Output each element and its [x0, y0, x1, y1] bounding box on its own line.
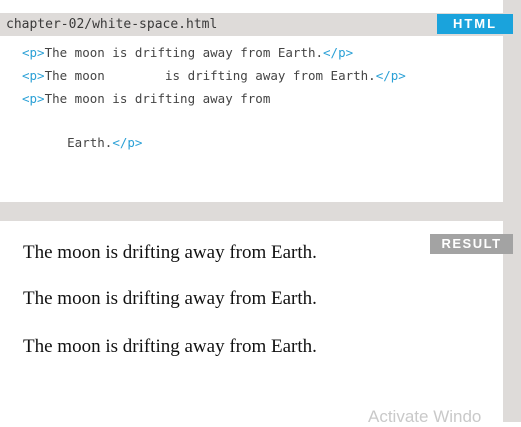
code-text: Earth.	[22, 135, 113, 150]
code-text: The moon is drifting away from	[44, 91, 271, 106]
open-tag: <p>	[22, 45, 45, 60]
code-text: The moon is drifting away from Earth.	[44, 45, 324, 60]
html-badge: HTML	[437, 14, 513, 34]
result-paragraph: The moon is drifting away from Earth.	[23, 336, 317, 357]
close-tag: </p>	[375, 68, 406, 83]
code-line: <p>The moon is drifting away from Earth.…	[22, 44, 353, 62]
result-panel: The moon is drifting away from Earth. Th…	[0, 221, 503, 422]
close-tag: </p>	[112, 135, 143, 150]
code-header: chapter-02/white-space.html	[0, 13, 503, 36]
result-badge: RESULT	[430, 234, 513, 254]
code-text: The moon is drifting away from Earth.	[44, 68, 376, 83]
code-line: Earth.</p>	[22, 134, 142, 152]
code-line: <p>The moon is drifting away from	[22, 90, 270, 108]
code-panel: <p>The moon is drifting away from Earth.…	[0, 36, 503, 202]
open-tag: <p>	[22, 91, 45, 106]
top-strip	[0, 0, 521, 4]
filename-label: chapter-02/white-space.html	[6, 17, 218, 32]
right-rail	[503, 0, 521, 422]
panel-separator	[0, 202, 503, 221]
result-paragraph: The moon is drifting away from Earth.	[23, 242, 317, 263]
result-paragraph: The moon is drifting away from Earth.	[23, 288, 317, 309]
code-line: <p>The moon is drifting away from Earth.…	[22, 67, 406, 85]
activation-watermark: Activate Windo	[368, 407, 482, 426]
close-tag: </p>	[323, 45, 354, 60]
open-tag: <p>	[22, 68, 45, 83]
